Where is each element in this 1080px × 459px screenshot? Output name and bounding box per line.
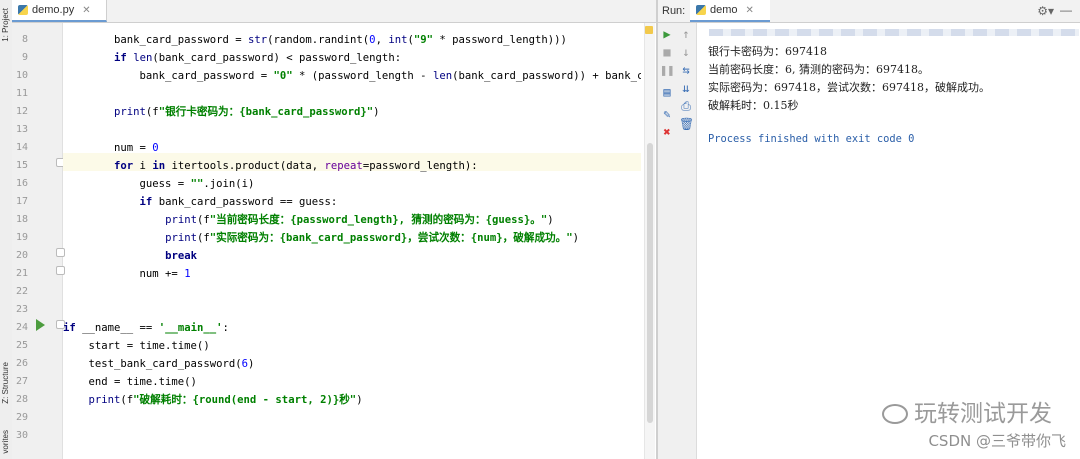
run-tab-label: demo (710, 4, 738, 16)
console-line: 破解耗时：0.15秒 (708, 99, 799, 112)
line-number: 16 (15, 178, 28, 189)
pin-icon[interactable]: ✎ (660, 107, 674, 121)
code-line: guess = "".join(i) (63, 178, 255, 190)
line-number: 19 (15, 232, 28, 243)
code-line: num = 0 (63, 142, 159, 154)
close-icon[interactable]: ✕ (746, 5, 754, 16)
pause-icon[interactable]: ❚❚ (660, 63, 674, 77)
line-number: 26 (15, 358, 28, 369)
code-line: for i in itertools.product(data, repeat=… (114, 160, 478, 172)
code-line: num += 1 (63, 268, 191, 280)
run-panel: Run: demo ✕ ⚙▾ — ▶ ↑ ■ ↓ ❚❚ ⇆ ▤ ⇊ ✎ ⎙ ✖ … (658, 0, 1080, 459)
code-line: end = time.time() (63, 376, 197, 388)
warning-marker-icon[interactable] (645, 26, 653, 34)
line-number: 18 (15, 214, 28, 225)
watermark-title: 玩转测试开发 (882, 394, 1052, 428)
console-line: 当前密码长度：6, 猜测的密码为：697418。 (708, 63, 929, 76)
line-gutter: 8 9 10 11 12 13 14 15 16 17 18 19 20 21 22 23 24 25 26 27 28… (12, 23, 65, 459)
code-line: print(f"银行卡密码为：{bank_card_password}") (114, 106, 380, 118)
trash-icon[interactable]: 🗑 (679, 117, 694, 131)
run-tab-bar: Run: demo ✕ ⚙▾ — (658, 0, 1080, 23)
watermark-title-text: 玩转测试开发 (914, 401, 1052, 427)
command-line-redacted (709, 29, 1079, 36)
line-number: 25 (15, 340, 28, 351)
line-number: 21 (15, 268, 28, 279)
code-line: bank_card_password = "0" * (password_len… (63, 70, 641, 82)
console-line: 银行卡密码为：697418 (708, 45, 827, 58)
scrollbar-thumb[interactable] (647, 143, 653, 423)
close-run-icon[interactable]: ✖ (660, 125, 674, 139)
code-line: if len(bank_card_password) < password_le… (114, 52, 402, 64)
soft-wrap-icon[interactable]: ⇆ (679, 63, 693, 77)
scroll-up-icon[interactable]: ↑ (679, 27, 693, 41)
console-line: 实际密码为：697418，尝试次数：697418，破解成功。 (708, 81, 990, 94)
code-line: if __name__ == '__main__': (63, 322, 229, 334)
line-number: 10 (15, 70, 28, 81)
favorites-tool-tab[interactable]: vorites (1, 430, 10, 454)
code-line: start = time.time() (63, 340, 210, 352)
code-line: break (165, 250, 197, 262)
code-line: if bank_card_password == guess: (139, 196, 338, 208)
line-number: 11 (15, 88, 28, 99)
file-tab-label: demo.py (32, 4, 75, 16)
run-label: Run: (662, 5, 686, 17)
project-tool-tab[interactable]: 1: Project (1, 8, 10, 42)
scroll-to-end-icon[interactable]: ⇊ (679, 81, 693, 95)
minimize-icon[interactable]: — (1060, 3, 1072, 17)
code-line: test_bank_card_password(6) (63, 358, 255, 370)
line-number: 20 (15, 250, 28, 261)
line-number: 28 (15, 394, 28, 405)
line-number: 27 (15, 376, 28, 387)
rerun-icon[interactable]: ▶ (660, 27, 674, 41)
line-number: 22 (15, 286, 28, 297)
code-editor: demo.py ✕ 8 9 10 11 12 13 14 15 16 17 18 19 20 21 22 23… (12, 0, 656, 459)
stop-icon[interactable]: ■ (660, 45, 674, 59)
code-line: print(f"当前密码长度：{password_length}, 猜测的密码为… (165, 214, 554, 226)
line-number: 14 (15, 142, 28, 153)
scroll-down-icon[interactable]: ↓ (679, 45, 693, 59)
run-toolbar: ▶ ↑ ■ ↓ ❚❚ ⇆ ▤ ⇊ ✎ ⎙ ✖ 🗑 (658, 23, 697, 459)
line-number: 17 (15, 196, 28, 207)
wechat-icon (882, 404, 908, 424)
run-tab-demo[interactable]: demo ✕ (690, 0, 770, 22)
line-number: 30 (15, 430, 28, 441)
code-line: print(f"实际密码为：{bank_card_password}，尝试次数：… (165, 232, 580, 244)
close-icon[interactable]: ✕ (82, 5, 90, 16)
code-area[interactable]: bank_card_password = str(random.randint(… (63, 23, 641, 459)
line-number: 15 (15, 160, 28, 171)
file-tab-demo-py[interactable]: demo.py ✕ (12, 0, 107, 22)
structure-tool-tab[interactable]: Z: Structure (1, 362, 10, 404)
editor-scrollbar[interactable] (644, 23, 655, 459)
gear-icon[interactable]: ⚙▾ (1037, 4, 1054, 18)
python-run-icon (696, 5, 706, 15)
watermark-author: CSDN @三爷带你飞 (928, 432, 1066, 450)
run-gutter-icon[interactable] (36, 319, 45, 331)
line-number: 29 (15, 412, 28, 423)
line-number: 9 (21, 52, 28, 63)
line-number: 23 (15, 304, 28, 315)
editor-tab-bar: demo.py ✕ (12, 0, 656, 23)
line-number: 13 (15, 124, 28, 135)
exit-message: Process finished with exit code 0 (708, 133, 915, 145)
line-number: 8 (21, 34, 28, 45)
code-line: print(f"破解耗时：{round(end - start, 2)}秒") (88, 394, 363, 406)
layout-icon[interactable]: ▤ (660, 85, 674, 99)
code-line: bank_card_password = str(random.randint(… (63, 34, 567, 46)
line-number: 12 (15, 106, 28, 117)
line-number: 24 (15, 322, 28, 333)
print-icon[interactable]: ⎙ (679, 99, 693, 113)
python-file-icon (18, 5, 28, 15)
